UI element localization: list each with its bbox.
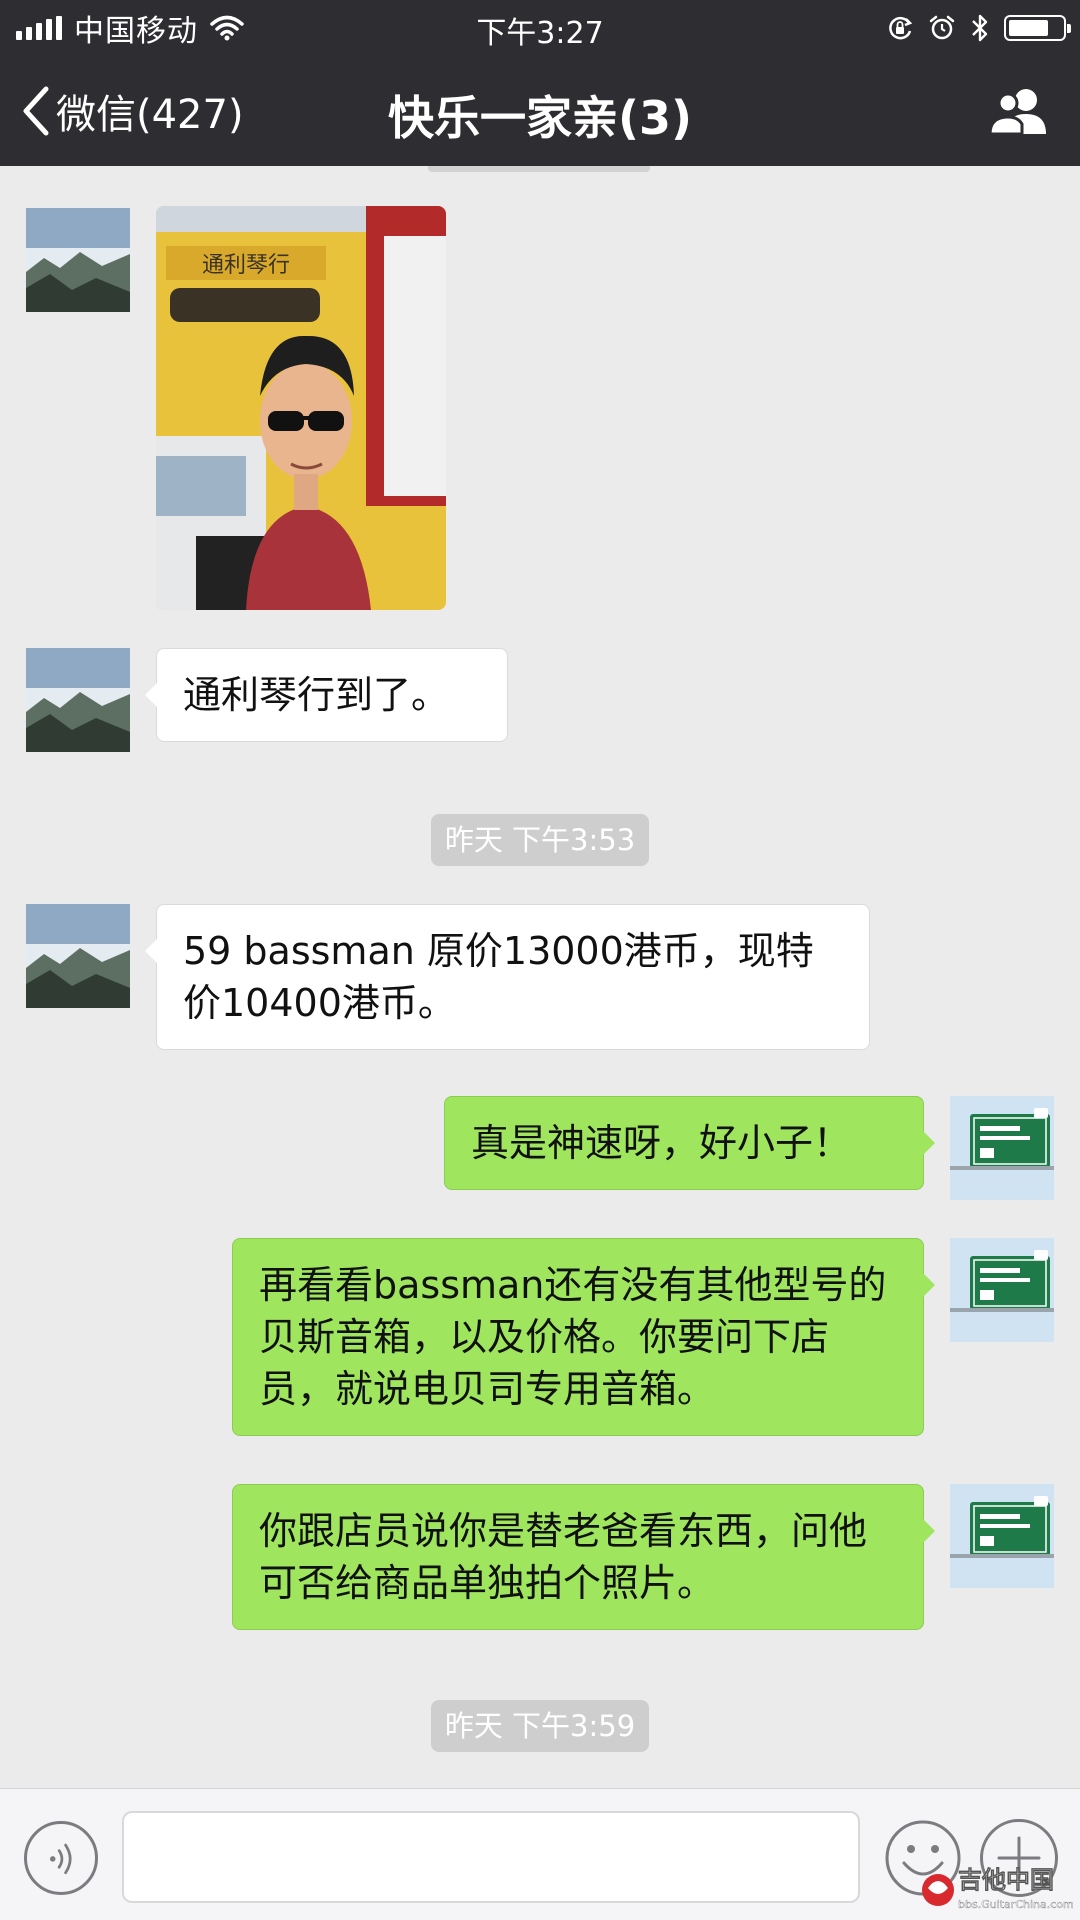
shared-photo[interactable]: 通利琴行 (156, 206, 446, 610)
selfie-photo-image: 通利琴行 (156, 206, 446, 610)
message-text: 你跟店员说你是替老爸看东西，问他可否给商品单独拍个照片。 (259, 1509, 868, 1605)
message-text: 再看看bassman还有没有其他型号的贝斯音箱，以及价格。你要问下店员，就说电贝… (259, 1263, 887, 1411)
bluetooth-icon (972, 14, 988, 42)
message-text: 通利琴行到了。 (183, 673, 450, 717)
timestamp-label: 昨天 下午3:59 (430, 1700, 650, 1752)
scroll-indicator (428, 166, 650, 172)
sender-avatar[interactable] (26, 648, 130, 752)
outgoing-message-bubble[interactable]: 真是神速呀，好小子！ (444, 1096, 935, 1190)
voice-input-button[interactable] (24, 1821, 98, 1895)
message-text: 真是神速呀，好小子！ (471, 1121, 852, 1165)
group-info-button[interactable] (988, 86, 1050, 136)
mountain-avatar-image (26, 904, 130, 1008)
mountain-avatar-image (26, 648, 130, 752)
incoming-message-bubble[interactable]: 59 bassman 原价13000港币，现特价10400港币。 (145, 904, 870, 1050)
wechat-chat-screen: 中国移动 下午3:27 微信(427) 快乐一家亲(3) 通利琴行 通利琴行到了… (0, 0, 1080, 1920)
rotation-lock-icon (889, 16, 913, 40)
group-members-icon (988, 89, 1046, 136)
incoming-message-bubble[interactable]: 通利琴行到了。 (145, 648, 508, 742)
outgoing-message-bubble[interactable]: 你跟店员说你是替老爸看东西，问他可否给商品单独拍个照片。 (232, 1484, 935, 1630)
outgoing-message-bubble[interactable]: 再看看bassman还有没有其他型号的贝斯音箱，以及价格。你要问下店员，就说电贝… (232, 1238, 935, 1436)
message-text: 59 bassman 原价13000港币，现特价10400港币。 (183, 929, 814, 1025)
my-avatar[interactable] (950, 1096, 1054, 1200)
my-avatar[interactable] (950, 1484, 1054, 1588)
chat-title: 快乐一家亲(3) (387, 91, 693, 145)
road-sign-avatar-image (950, 1096, 1054, 1200)
top-bar: 中国移动 下午3:27 微信(427) 快乐一家亲(3) (0, 0, 1080, 166)
my-avatar[interactable] (950, 1238, 1054, 1342)
message-list[interactable]: 通利琴行 通利琴行到了。 昨天 下午3:53 59 bassman 原价1300… (0, 166, 1080, 1788)
navigation-bar: 微信(427) 快乐一家亲(3) (0, 56, 1080, 166)
message-timestamp: 昨天 下午3:59 (0, 1700, 1080, 1752)
voice-icon (49, 1843, 72, 1875)
mountain-avatar-image (26, 208, 130, 312)
message-input[interactable] (122, 1811, 860, 1903)
message-timestamp: 昨天 下午3:53 (0, 814, 1080, 866)
status-right (886, 10, 1071, 46)
battery-icon (1004, 15, 1071, 41)
watermark-title: 吉他中国 (958, 1866, 1054, 1894)
shop-sign-text: 通利琴行 (202, 253, 290, 278)
sender-avatar[interactable] (26, 208, 130, 312)
alarm-clock-icon (929, 15, 955, 40)
sender-avatar[interactable] (26, 904, 130, 1008)
status-bar: 中国移动 下午3:27 (0, 0, 1080, 56)
battery-fill (1009, 20, 1048, 36)
road-sign-avatar-image (950, 1238, 1054, 1342)
guitarchina-watermark: 吉他中国 bbs.GuitarChina.com (918, 1858, 1074, 1916)
watermark-url: bbs.GuitarChina.com (958, 1898, 1074, 1911)
road-sign-avatar-image (950, 1484, 1054, 1588)
input-bar: 吉他中国 bbs.GuitarChina.com (0, 1788, 1080, 1920)
timestamp-label: 昨天 下午3:53 (430, 814, 650, 866)
guitarchina-logo-icon: 吉他中国 bbs.GuitarChina.com (922, 1866, 1074, 1911)
